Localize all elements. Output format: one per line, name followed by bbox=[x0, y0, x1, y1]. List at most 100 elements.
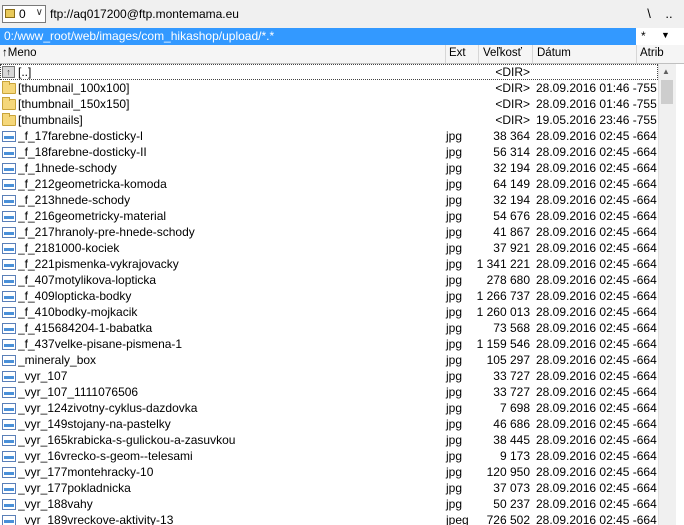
file-date: 28.09.2016 02:45 -664 bbox=[536, 449, 657, 463]
file-name: _f_409lopticka-bodky bbox=[18, 289, 132, 303]
file-row[interactable]: [thumbnails] <DIR> 19.05.2016 23:46 -755 bbox=[0, 112, 658, 128]
file-date: 28.09.2016 01:46 -755 bbox=[536, 97, 657, 111]
file-row[interactable]: _vyr_107 jpg 33 727 28.09.2016 02:45 -664 bbox=[0, 368, 658, 384]
file-size: 32 194 bbox=[493, 161, 530, 175]
file-row[interactable]: _f_17farebne-dosticky-l jpg 38 364 28.09.20… bbox=[0, 128, 658, 144]
file-name: _f_437velke-pisane-pismena-1 bbox=[18, 337, 183, 351]
file-name: _f_213hnede-schody bbox=[18, 193, 131, 207]
file-name: _f_216geometricky-material bbox=[18, 209, 167, 223]
file-row[interactable]: _f_213hnede-schody jpg 32 194 28.09.2016 02… bbox=[0, 192, 658, 208]
image-file-icon bbox=[2, 259, 16, 270]
file-size: 41 867 bbox=[493, 225, 530, 239]
file-name: _vyr_165krabicka-s-gulickou-a-zasuvkou bbox=[18, 433, 236, 447]
file-row[interactable]: [thumbnail_150x150] <DIR> 28.09.2016 01:46… bbox=[0, 96, 658, 112]
column-date[interactable]: Dátum bbox=[537, 47, 571, 59]
file-date: 28.09.2016 02:45 -664 bbox=[536, 481, 657, 495]
file-name: _vyr_107_1111076506 bbox=[18, 385, 139, 399]
file-size: 32 194 bbox=[493, 193, 530, 207]
file-row[interactable]: _f_415684204-1-babatka jpg 73 568 28.09.201… bbox=[0, 320, 658, 336]
image-file-icon bbox=[2, 371, 16, 382]
file-row[interactable]: _vyr_188vahy jpg 50 237 28.09.2016 02:45 -6… bbox=[0, 496, 658, 512]
file-date: 28.09.2016 02:45 -664 bbox=[536, 225, 657, 239]
image-file-icon bbox=[2, 387, 16, 398]
file-size: 105 297 bbox=[486, 353, 530, 367]
file-row[interactable]: _f_216geometricky-material jpg 54 676 28.09… bbox=[0, 208, 658, 224]
column-size[interactable]: Veľkosť bbox=[483, 47, 522, 59]
file-date: 28.09.2016 02:45 -664 bbox=[536, 353, 657, 367]
file-row[interactable]: _mineraly_box jpg 105 297 28.09.2016 02:45 … bbox=[0, 352, 658, 368]
file-row[interactable]: _f_212geometricka-komoda jpg 64 149 28.09.2… bbox=[0, 176, 658, 192]
current-path-text: 0:/www_root/web/images/com_hikashop/uplo… bbox=[4, 29, 275, 43]
file-row[interactable]: _f_18farebne-dosticky-II jpg 56 314 28.09.2… bbox=[0, 144, 658, 160]
file-row[interactable]: _f_217hranoly-pre-hnede-schody jpg 41 867 2… bbox=[0, 224, 658, 240]
file-size: 9 173 bbox=[499, 449, 530, 463]
file-size: 278 680 bbox=[486, 273, 530, 287]
file-row[interactable]: _f_437velke-pisane-pismena-1 jpg 1 159 546… bbox=[0, 336, 658, 352]
file-date: 28.09.2016 02:45 -664 bbox=[536, 193, 657, 207]
scrollbar-thumb[interactable] bbox=[661, 80, 673, 104]
file-row[interactable]: _f_2181000-kociek jpg 37 921 28.09.2016 02:… bbox=[0, 240, 658, 256]
file-row[interactable]: _f_409lopticka-bodky jpg 1 266 737 28.09.20… bbox=[0, 288, 658, 304]
history-dropdown-icon[interactable]: ▼ bbox=[661, 30, 670, 40]
ftp-connection-path: ftp://aq017200@ftp.montemama.eu bbox=[50, 7, 239, 21]
file-date: 28.09.2016 02:45 -664 bbox=[536, 465, 657, 479]
root-button[interactable]: \ bbox=[640, 5, 658, 23]
file-size: <DIR> bbox=[495, 81, 530, 95]
path-bar: 0:/www_root/web/images/com_hikashop/uplo… bbox=[0, 28, 684, 46]
file-date: 28.09.2016 02:45 -664 bbox=[536, 417, 657, 431]
image-file-icon bbox=[2, 307, 16, 318]
file-row[interactable]: _vyr_177montehracky-10 jpg 120 950 28.09.20… bbox=[0, 464, 658, 480]
file-row[interactable]: _f_407motylikova-lopticka jpg 278 680 28.09… bbox=[0, 272, 658, 288]
file-row[interactable]: _f_410bodky-mojkacik jpg 1 260 013 28.09.20… bbox=[0, 304, 658, 320]
column-ext[interactable]: Ext bbox=[449, 47, 466, 59]
parent-dir-button[interactable]: .. bbox=[660, 5, 678, 23]
file-name: [thumbnail_150x150] bbox=[18, 97, 130, 111]
file-size: 46 686 bbox=[493, 417, 530, 431]
image-file-icon bbox=[2, 179, 16, 190]
file-size: 54 676 bbox=[493, 209, 530, 223]
file-row[interactable]: _vyr_177pokladnicka jpg 37 073 28.09.2016 0… bbox=[0, 480, 658, 496]
file-row[interactable]: [thumbnail_100x100] <DIR> 28.09.2016 01:46… bbox=[0, 80, 658, 96]
file-size: 37 921 bbox=[493, 241, 530, 255]
image-file-icon bbox=[2, 419, 16, 430]
file-row[interactable]: ↑ [..] <DIR> bbox=[0, 64, 658, 80]
file-size: 64 149 bbox=[493, 177, 530, 191]
file-row[interactable]: _vyr_189vreckove-aktivity-13 jpeg 726 502 2… bbox=[0, 512, 658, 525]
image-file-icon bbox=[2, 451, 16, 462]
image-file-icon bbox=[2, 131, 16, 142]
file-row[interactable]: _vyr_107_1111076506 jpg 33 727 28.09.2016 0… bbox=[0, 384, 658, 400]
file-row[interactable]: _f_221pismenka-vykrajovacky jpg 1 341 221 2… bbox=[0, 256, 658, 272]
file-row[interactable]: _vyr_149stojany-na-pastelky jpg 46 686 28.0… bbox=[0, 416, 658, 432]
image-file-icon bbox=[2, 499, 16, 510]
file-name: _vyr_177pokladnicka bbox=[18, 481, 131, 495]
file-row[interactable]: _vyr_16vrecko-s-geom--telesami jpg 9 173 28… bbox=[0, 448, 658, 464]
image-file-icon bbox=[2, 291, 16, 302]
file-size: 1 341 221 bbox=[476, 257, 530, 271]
file-date: 28.09.2016 02:45 -664 bbox=[536, 385, 657, 399]
image-file-icon bbox=[2, 355, 16, 366]
file-date: 28.09.2016 02:45 -664 bbox=[536, 129, 657, 143]
file-name: _vyr_16vrecko-s-geom--telesami bbox=[18, 449, 193, 463]
file-date: 19.05.2016 23:46 -755 bbox=[536, 113, 657, 127]
vertical-scrollbar[interactable]: ▲ bbox=[658, 64, 676, 525]
scroll-up-icon[interactable]: ▲ bbox=[662, 67, 670, 76]
drive-selector[interactable]: 0 ∨ bbox=[2, 5, 46, 23]
file-size: 120 950 bbox=[486, 465, 530, 479]
file-size: <DIR> bbox=[495, 65, 530, 79]
file-date: 28.09.2016 02:45 -664 bbox=[536, 241, 657, 255]
file-name: _vyr_188vahy bbox=[18, 497, 93, 511]
column-name[interactable]: ↑Meno bbox=[2, 47, 37, 59]
file-name: _f_1hnede-schody bbox=[18, 161, 117, 175]
file-date: 28.09.2016 02:45 -664 bbox=[536, 337, 657, 351]
favorites-button[interactable]: * bbox=[641, 29, 646, 43]
file-name: _vyr_177montehracky-10 bbox=[18, 465, 154, 479]
file-row[interactable]: _f_1hnede-schody jpg 32 194 28.09.2016 02:4… bbox=[0, 160, 658, 176]
file-list[interactable]: ↑ [..] <DIR> [thumbnail_100x100] <DIR> 28.09.… bbox=[0, 64, 658, 525]
column-attr[interactable]: Atrib bbox=[640, 47, 664, 59]
file-row[interactable]: _vyr_165krabicka-s-gulickou-a-zasuvkou jp… bbox=[0, 432, 658, 448]
current-path[interactable]: 0:/www_root/web/images/com_hikashop/uplo… bbox=[0, 28, 636, 45]
file-row[interactable]: _vyr_124zivotny-cyklus-dazdovka jpg 7 698 2… bbox=[0, 400, 658, 416]
file-size: 1 266 737 bbox=[476, 289, 530, 303]
file-size: 33 727 bbox=[493, 385, 530, 399]
file-date: 28.09.2016 02:45 -664 bbox=[536, 289, 657, 303]
